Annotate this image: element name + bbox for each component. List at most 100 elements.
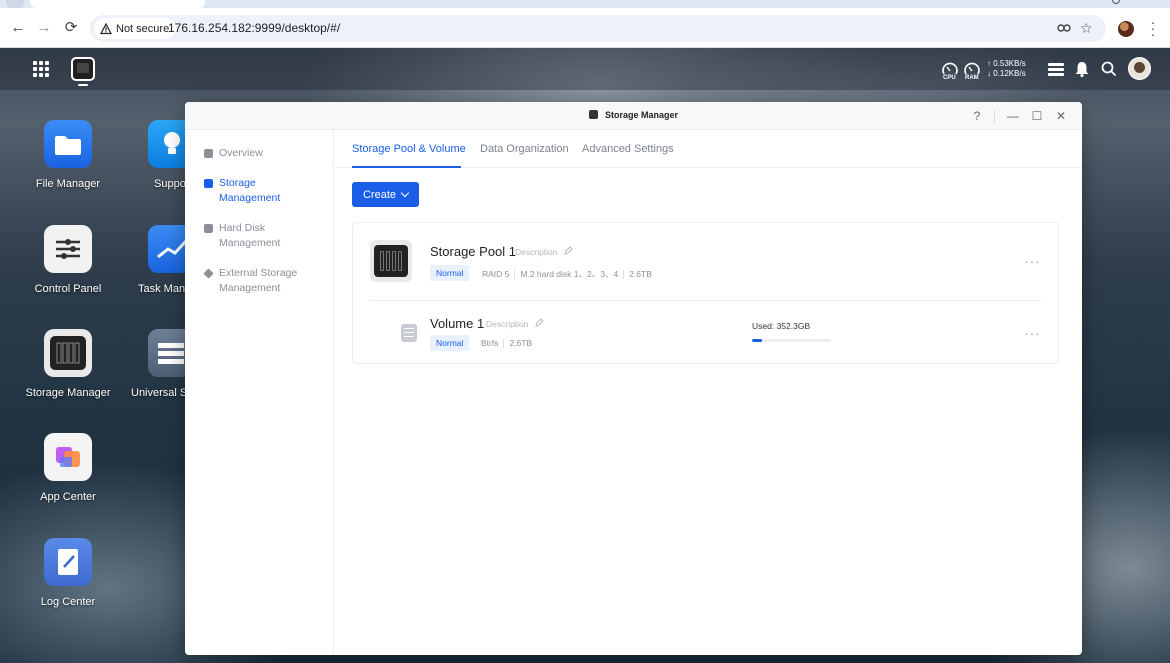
file-manager-shortcut[interactable]: File Manager	[8, 120, 128, 190]
desktop-icon-label: File Manager	[35, 178, 101, 190]
sidebar-item-overview[interactable]: Overview	[204, 146, 329, 161]
volume-icon	[401, 324, 417, 342]
sidebar-item-label: Overview	[219, 147, 263, 159]
storage-pool-card: Storage Pool 1 Description Normal RAID 5…	[352, 222, 1059, 364]
tab-data-organization[interactable]: Data Organization	[480, 143, 569, 155]
volume-meta: Btrfs 2.6TB	[481, 338, 532, 348]
ram-label: RAM	[965, 75, 979, 81]
pool-capacity: 2.6TB	[629, 269, 652, 279]
bookmark-star-icon[interactable]: ☆	[1080, 20, 1093, 37]
sidebar-item-label: Hard Disk Management	[219, 222, 281, 249]
tab-bar: Storage Pool & Volume Data Organization …	[335, 130, 1082, 168]
log-center-shortcut[interactable]: Log Center	[8, 538, 128, 608]
volume-more-icon[interactable]: ···	[1024, 325, 1041, 341]
volume-used-text: Used: 352.3GB	[752, 321, 811, 331]
volume-usage-bar	[752, 339, 831, 342]
warning-icon	[100, 22, 112, 34]
tab-advanced-settings[interactable]: Advanced Settings	[582, 143, 674, 155]
storage-manager-window: Storage Manager ? — ☐ ✕ Overview Storage…	[185, 102, 1082, 655]
reload-button[interactable]: ⟳	[61, 18, 81, 38]
security-chip[interactable]: Not secure	[94, 18, 177, 39]
cpu-label: CPU	[943, 75, 956, 81]
user-avatar[interactable]	[1128, 57, 1151, 80]
storage-pool-icon	[370, 240, 412, 282]
address-bar[interactable]: Not secure 176.16.254.182:9999/desktop/#…	[90, 15, 1106, 42]
log-icon	[44, 538, 92, 586]
create-label: Create	[362, 188, 397, 201]
help-button[interactable]: ?	[970, 109, 984, 123]
upload-speed: ↑ 0.53KB/s	[987, 59, 1026, 68]
sidebar-item-storage-management[interactable]: Storage Management	[204, 176, 329, 206]
window-main: Storage Pool & Volume Data Organization …	[335, 130, 1082, 655]
titlebar-separator	[994, 110, 995, 123]
server-status-icon[interactable]	[1047, 60, 1065, 78]
active-indicator	[78, 84, 88, 86]
sidebar-item-external-storage[interactable]: External Storage Management	[203, 266, 329, 296]
back-button[interactable]: ←	[8, 18, 28, 38]
browser-tabstrip	[0, 0, 1170, 8]
volume-description[interactable]: Description	[486, 319, 529, 329]
maximize-button[interactable]: ☐	[1030, 109, 1044, 123]
hard-disk-icon	[204, 224, 213, 233]
tab-storage-pool-volume[interactable]: Storage Pool & Volume	[352, 143, 466, 155]
window-sidebar: Overview Storage Management Hard Disk Ma…	[185, 130, 334, 655]
storage-manager-app-icon	[588, 110, 598, 119]
folder-icon	[44, 120, 92, 168]
sidebar-item-label: Storage Management	[219, 177, 281, 204]
database-icon	[204, 179, 213, 188]
app-center-shortcut[interactable]: App Center	[8, 433, 128, 503]
storage-manager-taskbar-icon[interactable]	[71, 57, 95, 81]
bell-icon[interactable]	[1073, 60, 1091, 78]
desktop-icon-label: Storage Manager	[25, 387, 111, 399]
apps-icon	[44, 433, 92, 481]
desktop-topbar: CPU RAM ↑ 0.53KB/s ↓ 0.12KB/s	[0, 48, 1170, 90]
security-label: Not secure	[116, 22, 170, 35]
window-title-wrap: Storage Manager	[185, 110, 1082, 120]
forward-button[interactable]: →	[34, 18, 54, 38]
volume-usage-fill	[752, 339, 763, 342]
storage-manager-shortcut[interactable]: Storage Manager	[8, 329, 128, 399]
volume-fs: Btrfs	[481, 338, 499, 348]
pool-name: Storage Pool 1	[430, 244, 517, 259]
tab-search-button[interactable]	[6, 0, 24, 8]
app-launcher-icon[interactable]	[33, 61, 49, 77]
window-title: Storage Manager	[604, 110, 679, 120]
profile-avatar[interactable]	[1118, 21, 1134, 37]
volume-status-badge: Normal	[430, 335, 470, 351]
close-button[interactable]: ✕	[1054, 109, 1068, 123]
sidebar-item-hard-disk-management[interactable]: Hard Disk Management	[204, 221, 329, 251]
card-divider	[370, 300, 1041, 301]
pool-meta: RAID 5 M.2 hard disk 1、2、3、4 2.6TB	[482, 268, 652, 280]
storage-icon	[44, 329, 92, 377]
window-titlebar[interactable]: Storage Manager ? — ☐ ✕	[185, 102, 1082, 130]
sidebar-item-label: External Storage Management	[219, 267, 298, 294]
volume-name: Volume 1	[430, 316, 485, 331]
edit-pencil-icon[interactable]	[535, 318, 544, 327]
desktop-icon-label: Log Center	[40, 596, 96, 608]
pool-status-badge: Normal	[430, 265, 470, 281]
pool-more-icon[interactable]: ···	[1024, 253, 1041, 269]
chevron-down-icon	[400, 188, 410, 198]
desktop-icon-label: Control Panel	[34, 283, 102, 295]
pool-disks: M.2 hard disk 1、2、3、4	[520, 269, 619, 279]
network-speed[interactable]: ↑ 0.53KB/s ↓ 0.12KB/s	[987, 59, 1026, 79]
minimize-button[interactable]: —	[1006, 109, 1020, 123]
search-icon[interactable]	[1100, 60, 1118, 78]
browser-menu-icon[interactable]: · · ·	[1150, 15, 1156, 41]
usb-icon	[203, 268, 214, 279]
pool-raid: RAID 5	[482, 269, 510, 279]
desktop-icon-label: App Center	[40, 491, 96, 503]
url-text: 176.16.254.182:9999/desktop/#/	[168, 21, 341, 35]
control-panel-shortcut[interactable]: Control Panel	[8, 225, 128, 295]
sliders-icon	[44, 225, 92, 273]
browser-toolbar: ← → ⟳ Not secure 176.16.254.182:9999/des…	[0, 8, 1170, 48]
password-key-icon[interactable]	[1057, 23, 1073, 33]
volume-capacity: 2.6TB	[509, 338, 533, 348]
pool-description[interactable]: Description	[515, 247, 558, 257]
create-button[interactable]: Create	[352, 182, 419, 207]
overview-icon	[204, 149, 213, 158]
edit-pencil-icon[interactable]	[564, 246, 573, 255]
minimize-browser-button[interactable]	[1112, 0, 1120, 4]
browser-tab[interactable]	[30, 0, 205, 8]
download-speed: ↓ 0.12KB/s	[987, 69, 1026, 78]
